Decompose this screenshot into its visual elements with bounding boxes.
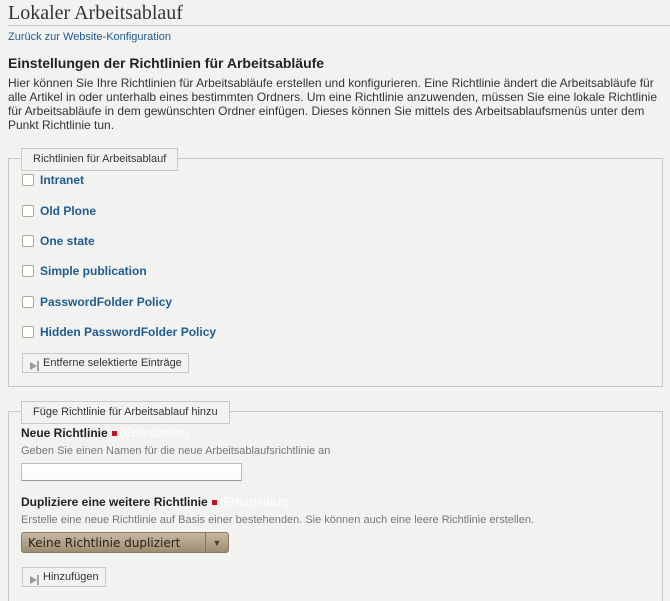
policy-checkbox[interactable]: [22, 326, 34, 338]
required-marker-icon: [111, 431, 117, 437]
submit-arrow-icon: [29, 572, 39, 585]
add-button-label: Hinzufügen: [43, 571, 99, 583]
duplicate-policy-help: Erstelle eine neue Richtlinie auf Basis …: [21, 514, 535, 526]
add-policy-fieldset: Füge Richtlinie für Arbeitsablauf hinzu …: [8, 401, 663, 601]
policy-item[interactable]: One state: [22, 233, 95, 249]
duplicate-policy-selected: Keine Richtlinie dupliziert: [28, 535, 181, 550]
submit-arrow-icon: [29, 358, 39, 371]
new-policy-help: Geben Sie einen Namen für die neue Arbei…: [21, 445, 331, 457]
required-text: (Erforderlich): [119, 426, 190, 440]
page-title: Lokaler Arbeitsablauf: [8, 2, 183, 24]
policy-checkbox[interactable]: [22, 265, 34, 277]
policy-label[interactable]: Simple publication: [40, 264, 147, 278]
policies-fieldset: Richtlinien für Arbeitsablauf Intranet O…: [8, 148, 663, 387]
policy-label[interactable]: Intranet: [40, 173, 84, 187]
title-divider: [8, 25, 670, 26]
required-text: (Erforderlich): [219, 495, 290, 509]
policy-label[interactable]: One state: [40, 234, 95, 248]
remove-selected-button[interactable]: Entferne selektierte Einträge: [22, 353, 189, 373]
policies-legend: Richtlinien für Arbeitsablauf: [21, 148, 179, 171]
policy-checkbox[interactable]: [22, 174, 34, 186]
new-policy-input[interactable]: [21, 463, 242, 481]
policy-item[interactable]: PasswordFolder Policy: [22, 294, 172, 310]
required-marker-icon: [211, 500, 217, 506]
policy-label[interactable]: Hidden PasswordFolder Policy: [40, 325, 216, 339]
chevron-down-icon: ▼: [205, 533, 228, 552]
back-to-site-setup-link[interactable]: Zurück zur Website-Konfiguration: [8, 31, 171, 43]
policy-item[interactable]: Intranet: [22, 172, 84, 188]
policy-item[interactable]: Old Plone: [22, 203, 96, 219]
policy-checkbox[interactable]: [22, 205, 34, 217]
duplicate-policy-select[interactable]: Keine Richtlinie dupliziert ▼: [21, 532, 229, 553]
policy-checkbox[interactable]: [22, 235, 34, 247]
add-button[interactable]: Hinzufügen: [22, 567, 106, 587]
policy-item[interactable]: Hidden PasswordFolder Policy: [22, 324, 216, 340]
new-policy-label: Neue Richtlinie (Erforderlich): [21, 426, 190, 440]
remove-selected-label: Entferne selektierte Einträge: [43, 357, 182, 369]
duplicate-policy-label: Dupliziere eine weitere Richtlinie (Erfor…: [21, 495, 290, 509]
policy-item[interactable]: Simple publication: [22, 263, 147, 279]
policy-checkbox[interactable]: [22, 296, 34, 308]
settings-description: Hier können Sie Ihre Richtlinien für Arb…: [8, 76, 658, 132]
policy-label[interactable]: PasswordFolder Policy: [40, 295, 172, 309]
policy-label[interactable]: Old Plone: [40, 204, 96, 218]
settings-heading: Einstellungen der Richtlinien für Arbeit…: [8, 55, 325, 71]
add-policy-legend: Füge Richtlinie für Arbeitsablauf hinzu: [21, 401, 230, 424]
